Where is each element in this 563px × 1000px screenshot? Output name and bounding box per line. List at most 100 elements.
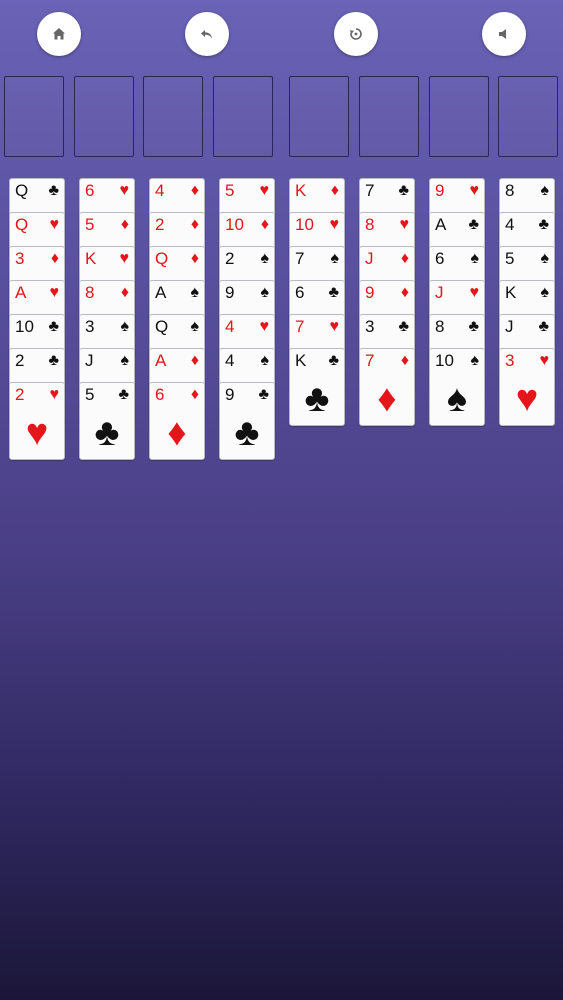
card-rank: 8 (85, 283, 95, 302)
foundation-3[interactable] (429, 76, 489, 157)
card-rank: J (435, 283, 444, 302)
card-rank: 6 (85, 181, 95, 200)
card[interactable]: 10 ♠ ♠ (429, 348, 485, 426)
card[interactable]: K ♣ ♣ (289, 348, 345, 426)
card-rank: 2 (225, 249, 235, 268)
spades-suit-large-icon: ♠ (446, 378, 468, 420)
diamonds-suit-icon: ♦ (190, 250, 199, 267)
card-rank: 8 (365, 215, 375, 234)
hearts-suit-icon: ♥ (119, 250, 130, 267)
hearts-suit-icon: ♥ (49, 216, 60, 233)
foundation-1[interactable] (289, 76, 349, 157)
hearts-suit-icon: ♥ (329, 216, 340, 233)
card-rank: A (155, 351, 167, 370)
card[interactable]: 7 ♦ ♦ (359, 348, 415, 426)
card-rank: K (85, 249, 97, 268)
card-rank: A (435, 215, 447, 234)
free-cell-3[interactable] (143, 76, 203, 157)
diamonds-suit-icon: ♦ (50, 250, 59, 267)
hearts-suit-icon: ♥ (469, 182, 480, 199)
free-cell-2[interactable] (74, 76, 134, 157)
card[interactable]: 5 ♣ ♣ (79, 382, 135, 460)
card[interactable]: 3 ♥ ♥ (499, 348, 555, 426)
card-rank: 3 (85, 317, 95, 336)
card-rank: 8 (435, 317, 445, 336)
card-rank: 2 (15, 385, 25, 404)
card-rank: 4 (225, 351, 235, 370)
free-cell-4[interactable] (213, 76, 273, 157)
spades-suit-icon: ♠ (190, 318, 200, 335)
hearts-suit-large-icon: ♥ (515, 378, 539, 420)
hearts-suit-icon: ♥ (119, 182, 130, 199)
hearts-suit-icon: ♥ (49, 386, 60, 403)
card-rank: 10 (225, 215, 244, 234)
spades-suit-icon: ♠ (330, 250, 340, 267)
foundation-4[interactable] (498, 76, 558, 157)
card-rank: 4 (225, 317, 235, 336)
spades-suit-icon: ♠ (120, 318, 130, 335)
home-icon (51, 26, 67, 42)
home-button[interactable] (37, 12, 81, 56)
diamonds-suit-icon: ♦ (400, 284, 409, 301)
clubs-suit-icon: ♣ (538, 216, 550, 233)
card[interactable]: 2 ♥ ♥ (9, 382, 65, 460)
clubs-suit-icon: ♣ (48, 352, 60, 369)
card-rank: 2 (15, 351, 25, 370)
spades-suit-icon: ♠ (540, 284, 550, 301)
hearts-suit-large-icon: ♥ (25, 412, 49, 454)
card-rank: 4 (155, 181, 165, 200)
hearts-suit-icon: ♥ (259, 318, 270, 335)
diamonds-suit-large-icon: ♦ (167, 412, 187, 454)
card-rank: 5 (85, 215, 95, 234)
card-rank: K (295, 351, 307, 370)
clubs-suit-icon: ♣ (258, 386, 270, 403)
hearts-suit-icon: ♥ (539, 352, 550, 369)
card-rank: A (155, 283, 167, 302)
card-rank: 7 (295, 249, 305, 268)
hearts-suit-icon: ♥ (259, 182, 270, 199)
card-rank: 10 (435, 351, 454, 370)
card-rank: J (365, 249, 374, 268)
sound-button[interactable] (482, 12, 526, 56)
undo-button[interactable] (185, 12, 229, 56)
diamonds-suit-icon: ♦ (190, 216, 199, 233)
clubs-suit-icon: ♣ (328, 284, 340, 301)
card-rank: A (15, 283, 27, 302)
spades-suit-icon: ♠ (260, 352, 270, 369)
spades-suit-icon: ♠ (470, 352, 480, 369)
spades-suit-icon: ♠ (190, 284, 200, 301)
clubs-suit-icon: ♣ (48, 182, 60, 199)
card-rank: 3 (365, 317, 375, 336)
card-rank: 10 (295, 215, 314, 234)
clubs-suit-icon: ♣ (538, 318, 550, 335)
spades-suit-icon: ♠ (470, 250, 480, 267)
hearts-suit-icon: ♥ (49, 284, 60, 301)
card-rank: 7 (295, 317, 305, 336)
diamonds-suit-icon: ♦ (400, 352, 409, 369)
diamonds-suit-icon: ♦ (190, 182, 199, 199)
card-rank: 8 (505, 181, 515, 200)
hearts-suit-icon: ♥ (329, 318, 340, 335)
clubs-suit-large-icon: ♣ (304, 378, 330, 420)
card-rank: 9 (225, 283, 235, 302)
spades-suit-icon: ♠ (260, 250, 270, 267)
card-rank: 5 (505, 249, 515, 268)
foundation-2[interactable] (359, 76, 419, 157)
spades-suit-icon: ♠ (540, 250, 550, 267)
card-rank: K (295, 181, 307, 200)
free-cell-1[interactable] (4, 76, 64, 157)
card-rank: 5 (225, 181, 235, 200)
card[interactable]: 9 ♣ ♣ (219, 382, 275, 460)
clubs-suit-icon: ♣ (118, 386, 130, 403)
card-rank: 6 (435, 249, 445, 268)
diamonds-suit-icon: ♦ (260, 216, 269, 233)
card[interactable]: 6 ♦ ♦ (149, 382, 205, 460)
undo-icon (199, 26, 215, 42)
card-rank: 4 (505, 215, 515, 234)
restart-button[interactable] (334, 12, 378, 56)
clubs-suit-large-icon: ♣ (234, 412, 260, 454)
clubs-suit-large-icon: ♣ (94, 412, 120, 454)
card-rank: Q (155, 249, 169, 268)
card-rank: J (85, 351, 94, 370)
restart-icon (348, 26, 364, 42)
